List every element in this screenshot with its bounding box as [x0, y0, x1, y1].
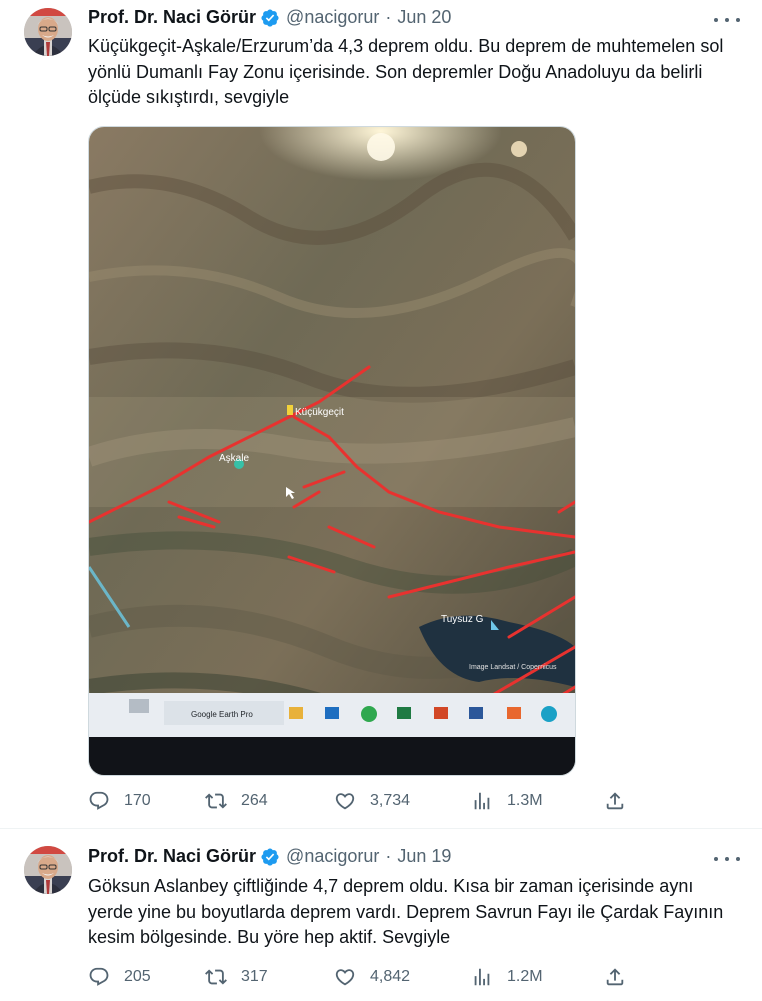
views-icon — [474, 792, 490, 810]
tweet-text: Göksun Aslanbey çiftliğinde 4,7 deprem o… — [88, 876, 724, 947]
like-icon — [335, 793, 355, 810]
views-count: 1.3M — [507, 792, 543, 809]
tweet-photo[interactable]: Küçükgeçit Aşkale Tuysuz G Image Landsat… — [88, 126, 576, 776]
tweet-text: Küçükgeçit-Aşkale/Erzurum’da 4,3 deprem … — [88, 36, 724, 107]
separator-dot: · — [385, 846, 392, 866]
like-button[interactable]: 4,842 — [334, 966, 410, 988]
verified-badge-icon — [260, 847, 280, 867]
map-label-town2: Aşkale — [219, 453, 249, 464]
tweet[interactable]: Prof. Dr. Naci Görür @nacigorur · Jun 19… — [0, 829, 762, 1001]
tweet[interactable]: Prof. Dr. Naci Görür @nacigorur · Jun 20… — [0, 0, 762, 829]
tweet-header: Prof. Dr. Naci Görür @nacigorur · Jun 20 — [88, 7, 451, 28]
retweet-button[interactable]: 264 — [205, 790, 268, 812]
views-button[interactable]: 1.3M — [471, 790, 543, 812]
verified-badge-icon — [260, 8, 280, 28]
views-count: 1.2M — [507, 968, 543, 985]
tweet-date[interactable]: Jun 20 — [397, 7, 451, 28]
share-button[interactable] — [604, 790, 626, 812]
more-icon[interactable] — [714, 10, 740, 30]
avatar[interactable] — [24, 846, 72, 894]
reply-button[interactable]: 170 — [88, 790, 151, 812]
map-credit: Image Landsat / Copernicus — [469, 664, 557, 671]
like-count: 3,734 — [370, 792, 411, 809]
author-name[interactable]: Prof. Dr. Naci Görür — [88, 846, 256, 867]
tweet-date[interactable]: Jun 19 — [397, 846, 451, 867]
retweet-icon — [205, 969, 227, 985]
share-icon — [606, 792, 624, 810]
retweet-count: 264 — [241, 792, 268, 809]
taskbar-app-label: Google Earth Pro — [191, 710, 253, 719]
tweet-actions: 170 264 3,734 1.3M — [88, 788, 648, 814]
author-name[interactable]: Prof. Dr. Naci Görür — [88, 7, 256, 28]
reply-icon — [89, 791, 109, 810]
separator-dot: · — [385, 7, 392, 27]
avatar[interactable] — [24, 8, 72, 56]
map-photo: Küçükgeçit Aşkale Tuysuz G Image Landsat… — [89, 127, 575, 775]
retweet-count: 317 — [241, 968, 268, 985]
like-button[interactable]: 3,734 — [334, 790, 410, 812]
map-label-town1: Küçükgeçit — [295, 407, 344, 418]
reply-count: 170 — [124, 792, 151, 809]
reply-count: 205 — [124, 968, 151, 985]
views-button[interactable]: 1.2M — [471, 966, 543, 988]
reply-button[interactable]: 205 — [88, 966, 151, 988]
share-icon — [606, 968, 624, 986]
tweet-header: Prof. Dr. Naci Görür @nacigorur · Jun 19 — [88, 846, 451, 867]
reply-icon — [89, 967, 109, 986]
author-handle[interactable]: @nacigorur — [286, 846, 379, 867]
tweet-actions: 205 317 4,842 1.2M — [88, 964, 648, 990]
like-icon — [335, 969, 355, 986]
retweet-icon — [205, 793, 227, 809]
share-button[interactable] — [604, 966, 626, 988]
retweet-button[interactable]: 317 — [205, 966, 268, 988]
views-icon — [474, 968, 490, 986]
more-icon[interactable] — [714, 849, 740, 869]
like-count: 4,842 — [370, 968, 411, 985]
map-label-lake: Tuysuz G — [441, 614, 484, 625]
author-handle[interactable]: @nacigorur — [286, 7, 379, 28]
